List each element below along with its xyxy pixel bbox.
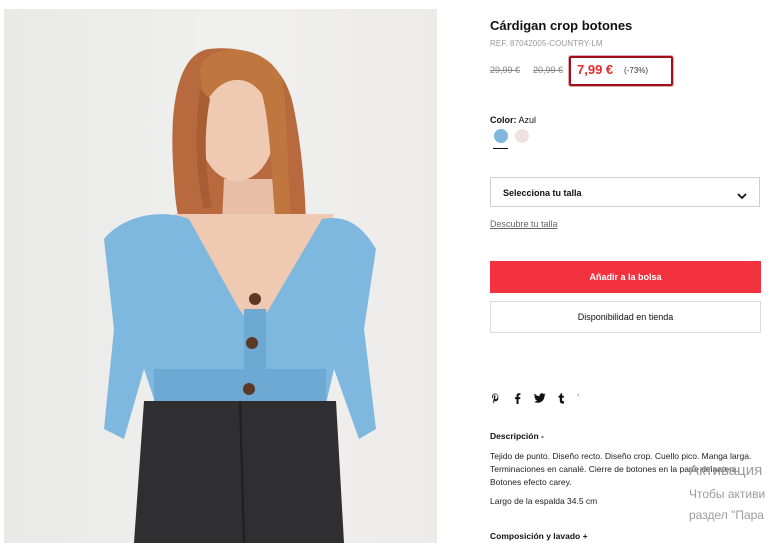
store-availability-button[interactable]: Disponibilidad en tienda (490, 301, 761, 333)
model-illustration (104, 48, 376, 543)
previous-price: 20,99 € (533, 65, 564, 75)
color-swatch-crudo[interactable] (515, 129, 529, 143)
os-activation-title: Активация (689, 462, 763, 479)
color-label-prefix: Color: (490, 115, 517, 125)
color-swatch-azul[interactable] (494, 129, 508, 143)
description-length: Largo de la espalda 34.5 cm (490, 496, 598, 506)
sale-price: 7,99 € (577, 62, 614, 77)
color-value: Azul (518, 115, 537, 125)
product-title: Cárdigan crop botones (490, 18, 633, 33)
os-activation-line2: Чтобы активи (689, 487, 766, 501)
description-title[interactable]: Descripción - (490, 431, 544, 441)
share-more-icon[interactable]: ’ (577, 393, 579, 402)
chevron-down-icon (737, 187, 747, 205)
discount-badge: (-73%) (624, 66, 649, 75)
size-guide-link[interactable]: Descubre tu talla (490, 219, 558, 229)
os-activation-line3: раздел "Пара (689, 508, 764, 522)
composition-title[interactable]: Composición y lavado + (490, 531, 588, 541)
size-select-label: Selecciona tu talla (503, 188, 582, 198)
original-price: 29,99 € (490, 65, 521, 75)
product-page: Cárdigan crop botones REF. 87042005-COUN… (0, 0, 780, 543)
product-ref: REF. 87042005-COUNTRY-LM (490, 39, 603, 48)
tumblr-icon[interactable] (558, 393, 565, 407)
selected-swatch-indicator (493, 148, 508, 149)
facebook-icon[interactable] (514, 393, 521, 407)
pinterest-icon[interactable] (491, 393, 500, 407)
twitter-icon[interactable] (533, 393, 546, 406)
color-label: Color: Azul (490, 115, 536, 125)
size-select[interactable]: Selecciona tu talla (490, 177, 760, 207)
add-to-bag-button[interactable]: Añadir a la bolsa (490, 261, 761, 293)
product-photo[interactable] (4, 9, 437, 543)
